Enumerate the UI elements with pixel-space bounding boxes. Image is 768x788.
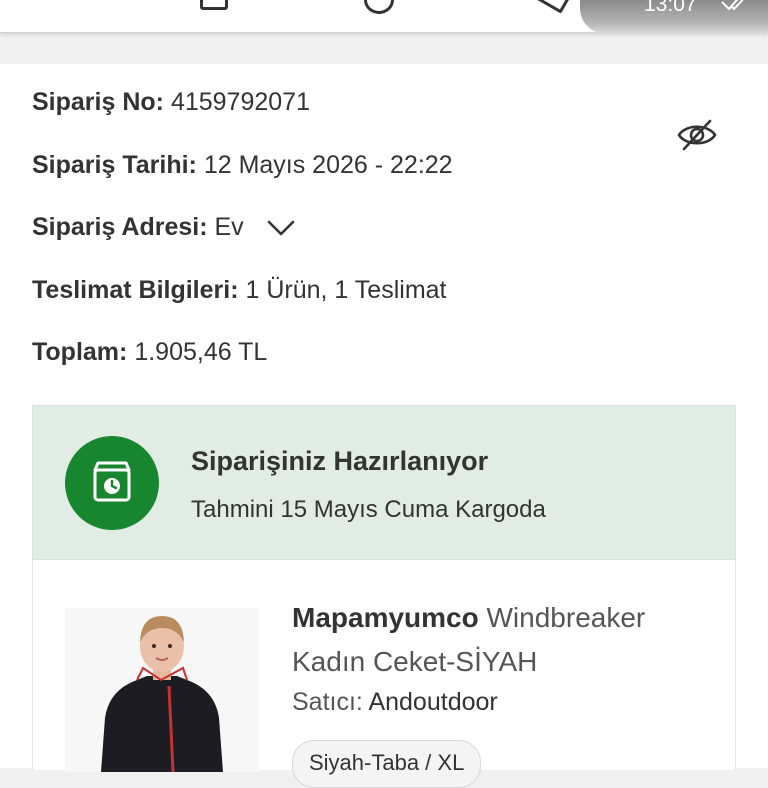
time-indicator: 13:07	[580, 0, 768, 34]
product-image[interactable]	[65, 608, 259, 772]
home-icon[interactable]	[364, 0, 394, 14]
delivery-info-label: Teslimat Bilgileri:	[32, 276, 239, 304]
order-number-label: Sipariş No:	[32, 88, 164, 116]
order-detail-card: Sipariş No: 4159792071 Sipariş Tarihi: 1…	[0, 64, 768, 788]
order-number-value: 4159792071	[170, 88, 310, 116]
order-address-label: Sipariş Adresi:	[32, 213, 208, 241]
order-address-value: Ev	[214, 213, 244, 241]
menu-icon[interactable]	[200, 0, 228, 10]
product-model-illustration	[65, 608, 259, 772]
package-clock-icon	[93, 461, 131, 502]
status-icon-circle	[65, 436, 159, 530]
delivery-info-row: Teslimat Bilgileri: 1 Ürün, 1 Teslimat	[32, 276, 447, 305]
product-item[interactable]: Mapamyumco Windbreaker Kadın Ceket-SİYAH…	[32, 560, 736, 788]
product-title[interactable]: Mapamyumco Windbreaker Kadın Ceket-SİYAH	[292, 596, 712, 684]
order-date-value: 12 Mayıs 2026 - 22:22	[203, 151, 453, 179]
variant-chip: Siyah-Taba / XL	[292, 740, 482, 788]
order-status-banner: Siparişiniz Hazırlanıyor Tahmini 15 Mayı…	[32, 405, 736, 560]
seller-label: Satıcı:	[292, 688, 363, 716]
order-total-value: 1.905,46 TL	[134, 338, 268, 366]
product-seller: Satıcı: Andoutdoor	[292, 688, 498, 717]
order-address-row[interactable]: Sipariş Adresi: Ev	[32, 213, 295, 242]
status-title: Siparişiniz Hazırlanıyor	[191, 446, 489, 476]
product-brand: Mapamyumco	[292, 602, 479, 633]
status-subtitle: Tahmini 15 Mayıs Cuma Kargoda	[191, 496, 546, 523]
double-check-icon	[721, 0, 744, 11]
delivery-info-value: 1 Ürün, 1 Teslimat	[245, 276, 447, 304]
order-date-label: Sipariş Tarihi:	[32, 151, 197, 179]
eye-off-icon[interactable]	[676, 116, 718, 154]
order-total-row: Toplam: 1.905,46 TL	[32, 338, 267, 367]
chevron-down-icon[interactable]	[267, 219, 295, 237]
status-time: 13:07	[644, 0, 697, 16]
order-date-row: Sipariş Tarihi: 12 Mayıs 2026 - 22:22	[32, 151, 453, 180]
order-total-label: Toplam:	[32, 338, 128, 366]
order-number-row: Sipariş No: 4159792071	[32, 88, 310, 117]
top-bar: 13:07	[0, 0, 768, 34]
seller-name[interactable]: Andoutdoor	[368, 688, 497, 716]
back-icon[interactable]	[535, 0, 575, 14]
